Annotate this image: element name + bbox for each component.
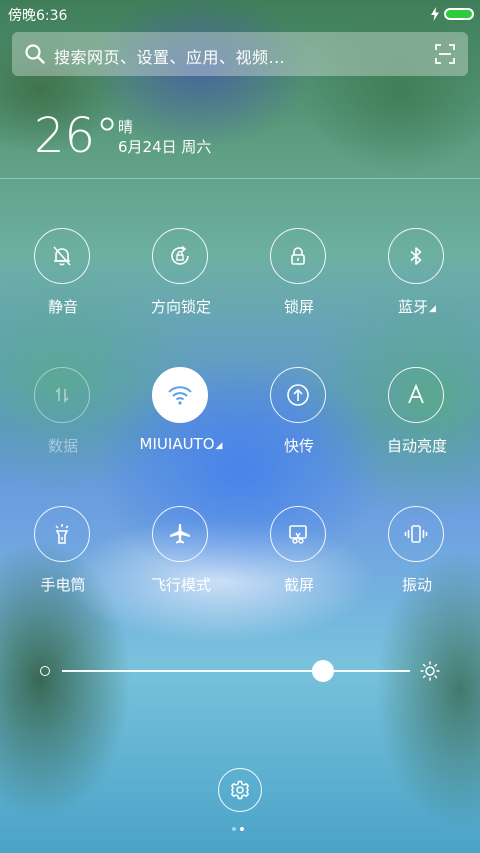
weather-date: 6月24日 周六 [118, 138, 212, 156]
toggle-screenshot[interactable]: 截屏 [244, 506, 354, 606]
page-dot-active [240, 827, 244, 831]
status-time: 傍晚6:36 [8, 8, 68, 24]
weather-temperature: 26° [34, 108, 120, 164]
battery-icon [444, 8, 474, 20]
mute-bell-icon [34, 228, 90, 284]
toggle-quick-transfer[interactable]: 快传 [244, 367, 354, 467]
status-bar: 傍晚6:36 [0, 0, 480, 28]
brightness-low-icon [40, 666, 50, 676]
brightness-track[interactable] [62, 670, 410, 672]
toggle-label: 方向锁定 [150, 298, 211, 316]
toggle-label: 截屏 [283, 576, 314, 594]
brightness-high-icon [420, 661, 440, 681]
expand-arrow-icon: ◢ [215, 441, 223, 451]
bluetooth-icon [388, 228, 444, 284]
toggle-label: 蓝牙◢ [398, 298, 436, 316]
quick-transfer-icon [270, 367, 326, 423]
header-divider [0, 178, 480, 179]
toggle-mobile-data[interactable]: 数据 [8, 367, 118, 467]
search-input[interactable]: 搜索网页、设置、应用、视频... [54, 44, 285, 68]
vibrate-icon [388, 506, 444, 562]
toggle-vibrate[interactable]: 振动 [362, 506, 472, 606]
toggle-label: 静音 [47, 298, 78, 316]
toggle-label: 快传 [283, 437, 314, 455]
mobile-data-icon [34, 367, 90, 423]
toggle-auto-brightness[interactable]: 自动亮度 [362, 367, 472, 467]
wifi-icon [152, 367, 208, 423]
toggle-flashlight[interactable]: 手电筒 [8, 506, 118, 606]
toggle-label: 锁屏 [283, 298, 314, 316]
airplane-icon [152, 506, 208, 562]
toggle-bluetooth[interactable]: 蓝牙◢ [362, 228, 472, 328]
brightness-thumb[interactable] [312, 660, 334, 682]
search-icon [25, 44, 45, 64]
auto-brightness-icon [388, 367, 444, 423]
toggle-lock-screen[interactable]: 锁屏 [244, 228, 354, 328]
page-indicator [232, 827, 248, 833]
page-dot [232, 827, 236, 831]
flashlight-icon [34, 506, 90, 562]
charging-bolt-icon [431, 7, 439, 21]
expand-arrow-icon: ◢ [429, 304, 436, 314]
toggle-wifi[interactable]: MIUIAUTO◢ [126, 367, 236, 467]
toggle-label: 自动亮度 [386, 437, 447, 455]
toggle-label: MIUIAUTO◢ [139, 435, 223, 453]
toggle-airplane-mode[interactable]: 飞行模式 [126, 506, 236, 606]
toggle-label: 飞行模式 [150, 576, 211, 594]
gear-icon [231, 780, 249, 800]
settings-button[interactable] [218, 768, 262, 812]
brightness-slider[interactable] [40, 658, 442, 684]
toggle-mute[interactable]: 静音 [8, 228, 118, 328]
rotation-lock-icon [152, 228, 208, 284]
lock-icon [270, 228, 326, 284]
toggle-label: 振动 [401, 576, 432, 594]
status-icons [430, 6, 474, 22]
toggle-rotation-lock[interactable]: 方向锁定 [126, 228, 236, 328]
weather-condition: 晴 [118, 118, 134, 136]
toggle-label: 数据 [47, 437, 78, 455]
screenshot-icon [270, 506, 326, 562]
search-bar[interactable]: 搜索网页、设置、应用、视频... [12, 32, 468, 76]
scan-icon[interactable] [434, 43, 456, 65]
toggle-label: 手电筒 [40, 576, 86, 594]
